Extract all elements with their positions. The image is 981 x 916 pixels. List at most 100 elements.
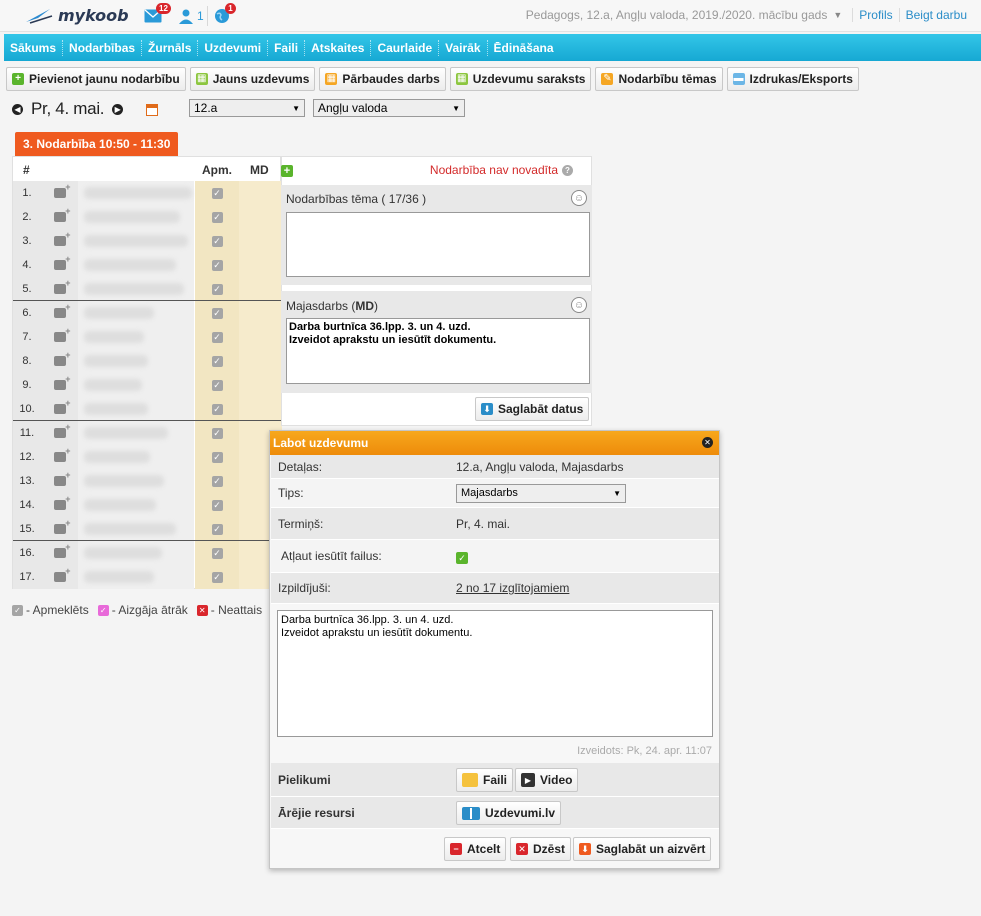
student-name <box>78 325 194 349</box>
homework-cell[interactable] <box>239 325 282 349</box>
messages-button[interactable]: 12 <box>144 3 171 25</box>
close-icon[interactable]: ✕ <box>702 437 713 448</box>
attendance-cell[interactable]: ✓ <box>195 541 239 565</box>
export-button[interactable]: ▬ Izdrukas/Eksports <box>726 67 859 91</box>
student-action[interactable] <box>41 469 78 493</box>
nav-pass[interactable]: Caurlaide <box>371 39 440 56</box>
allow-files-checkbox[interactable]: ✓ <box>456 552 468 564</box>
lesson-tab[interactable]: 3. Nodarbība 10:50 - 11:30 <box>15 132 179 156</box>
done-link[interactable]: 2 no 17 izglītojamiem <box>456 581 569 595</box>
logo[interactable]: mykoob <box>24 4 129 26</box>
context-selector[interactable]: Pedagogs, 12.a, Angļu valoda, 2019./2020… <box>526 8 828 22</box>
attendance-cell[interactable]: ✓ <box>195 181 239 205</box>
student-action[interactable] <box>41 397 78 421</box>
student-name <box>78 517 194 541</box>
nav-more[interactable]: Vairāk <box>439 39 488 56</box>
student-action[interactable] <box>41 445 78 469</box>
student-action[interactable] <box>41 517 78 541</box>
new-task-button[interactable]: ▦ Jauns uzdevums <box>189 67 316 91</box>
video-button[interactable]: ▶ Video <box>515 768 579 792</box>
attendance-cell[interactable]: ✓ <box>195 493 239 517</box>
smiley-icon[interactable]: ☺ <box>571 190 587 206</box>
homework-cell[interactable] <box>239 301 282 325</box>
logout-link[interactable]: Beigt darbu <box>898 8 973 22</box>
attendance-cell[interactable]: ✓ <box>195 349 239 373</box>
attendance-cell[interactable]: ✓ <box>195 565 239 589</box>
homework-cell[interactable] <box>239 349 282 373</box>
nav-files[interactable]: Faili <box>268 39 306 56</box>
homework-cell[interactable] <box>239 229 282 253</box>
student-action[interactable] <box>41 277 78 301</box>
task-textarea[interactable]: Darba burtnīca 36.lpp. 3. un 4. uzd. Izv… <box>277 610 713 737</box>
homework-cell[interactable] <box>239 181 282 205</box>
topic-textarea[interactable] <box>286 212 590 277</box>
attendance-cell[interactable]: ✓ <box>195 397 239 421</box>
attendance-cell[interactable]: ✓ <box>195 325 239 349</box>
attendance-cell[interactable]: ✓ <box>195 253 239 277</box>
student-action[interactable] <box>41 181 78 205</box>
nav-tasks[interactable]: Uzdevumi <box>198 39 269 56</box>
attendance-cell[interactable]: ✓ <box>195 517 239 541</box>
class-select[interactable]: 12.a ▼ <box>189 99 305 117</box>
task-list-button[interactable]: ▦ Uzdevumu saraksts <box>449 67 592 91</box>
add-plus-icon[interactable]: + <box>281 165 293 177</box>
deadline-value[interactable]: Pr, 4. mai. <box>456 517 510 531</box>
attendance-cell[interactable]: ✓ <box>195 229 239 253</box>
prev-day-icon[interactable]: ◀ <box>12 103 23 115</box>
student-name <box>78 277 194 301</box>
next-day-icon[interactable]: ▶ <box>112 103 124 115</box>
chevron-down-icon[interactable]: ▼ <box>833 10 842 20</box>
homework-cell[interactable] <box>239 277 282 301</box>
subject-select[interactable]: Angļu valoda ▼ <box>313 99 465 117</box>
homework-cell[interactable] <box>239 397 282 421</box>
help-icon[interactable]: ? <box>562 164 573 176</box>
homework-textarea[interactable]: Darba burtnīca 36.lpp. 3. un 4. uzd. Izv… <box>286 318 590 384</box>
save-data-button[interactable]: ⬇ Saglabāt datus <box>475 397 590 421</box>
student-action[interactable] <box>41 301 78 325</box>
files-button[interactable]: Faili <box>456 768 514 792</box>
homework-cell[interactable] <box>239 253 282 277</box>
table-row: 17. ✓ <box>13 565 282 589</box>
attendance-cell[interactable]: ✓ <box>195 301 239 325</box>
attendance-cell[interactable]: ✓ <box>195 277 239 301</box>
student-action[interactable] <box>41 565 78 589</box>
calculator-icon: ▦ <box>325 73 338 85</box>
type-select[interactable]: Majasdarbs ▼ <box>456 483 626 503</box>
student-action[interactable] <box>41 373 78 397</box>
save-close-button[interactable]: ⬇ Saglabāt un aizvērt <box>573 837 712 861</box>
student-action[interactable] <box>41 229 78 253</box>
calendar-icon[interactable] <box>146 104 158 116</box>
attendance-cell[interactable]: ✓ <box>195 469 239 493</box>
attendance-cell[interactable]: ✓ <box>195 421 239 445</box>
nav-catering[interactable]: Ēdināšana <box>488 40 560 56</box>
student-action[interactable] <box>41 253 78 277</box>
cancel-button[interactable]: − Atcelt <box>444 837 507 861</box>
homework-cell[interactable] <box>239 373 282 397</box>
save-data-label: Saglabāt datus <box>498 402 584 416</box>
uzdevumi-button[interactable]: Uzdevumi.lv <box>456 801 562 825</box>
homework-cell[interactable] <box>239 205 282 229</box>
attendance-cell[interactable]: ✓ <box>195 205 239 229</box>
legend-unexcused-label: - Neattais <box>210 603 263 617</box>
check-icon: ✓ <box>211 523 223 535</box>
student-action[interactable] <box>41 493 78 517</box>
smiley-icon[interactable]: ☺ <box>571 297 587 313</box>
student-action[interactable] <box>41 325 78 349</box>
profile-link[interactable]: Profils <box>852 8 898 22</box>
test-button[interactable]: ▦ Pārbaudes darbs <box>319 67 446 91</box>
attendance-cell[interactable]: ✓ <box>195 445 239 469</box>
student-action[interactable] <box>41 205 78 229</box>
nav-journal[interactable]: Žurnāls <box>142 39 199 56</box>
add-lesson-button[interactable]: + Pievienot jaunu nodarbību <box>6 67 186 91</box>
attendance-cell[interactable]: ✓ <box>195 373 239 397</box>
globe-button[interactable]: 1 <box>214 3 236 25</box>
student-action[interactable] <box>41 349 78 373</box>
delete-button[interactable]: ✕ Dzēst <box>510 837 572 861</box>
topics-button[interactable]: ✎ Nodarbību tēmas <box>595 67 723 91</box>
student-action[interactable] <box>41 421 78 445</box>
users-button[interactable]: 1 <box>178 7 204 25</box>
nav-lessons[interactable]: Nodarbības <box>63 39 143 56</box>
student-action[interactable] <box>41 541 78 565</box>
nav-reports[interactable]: Atskaites <box>305 39 372 56</box>
nav-home[interactable]: Sākums <box>4 39 64 56</box>
